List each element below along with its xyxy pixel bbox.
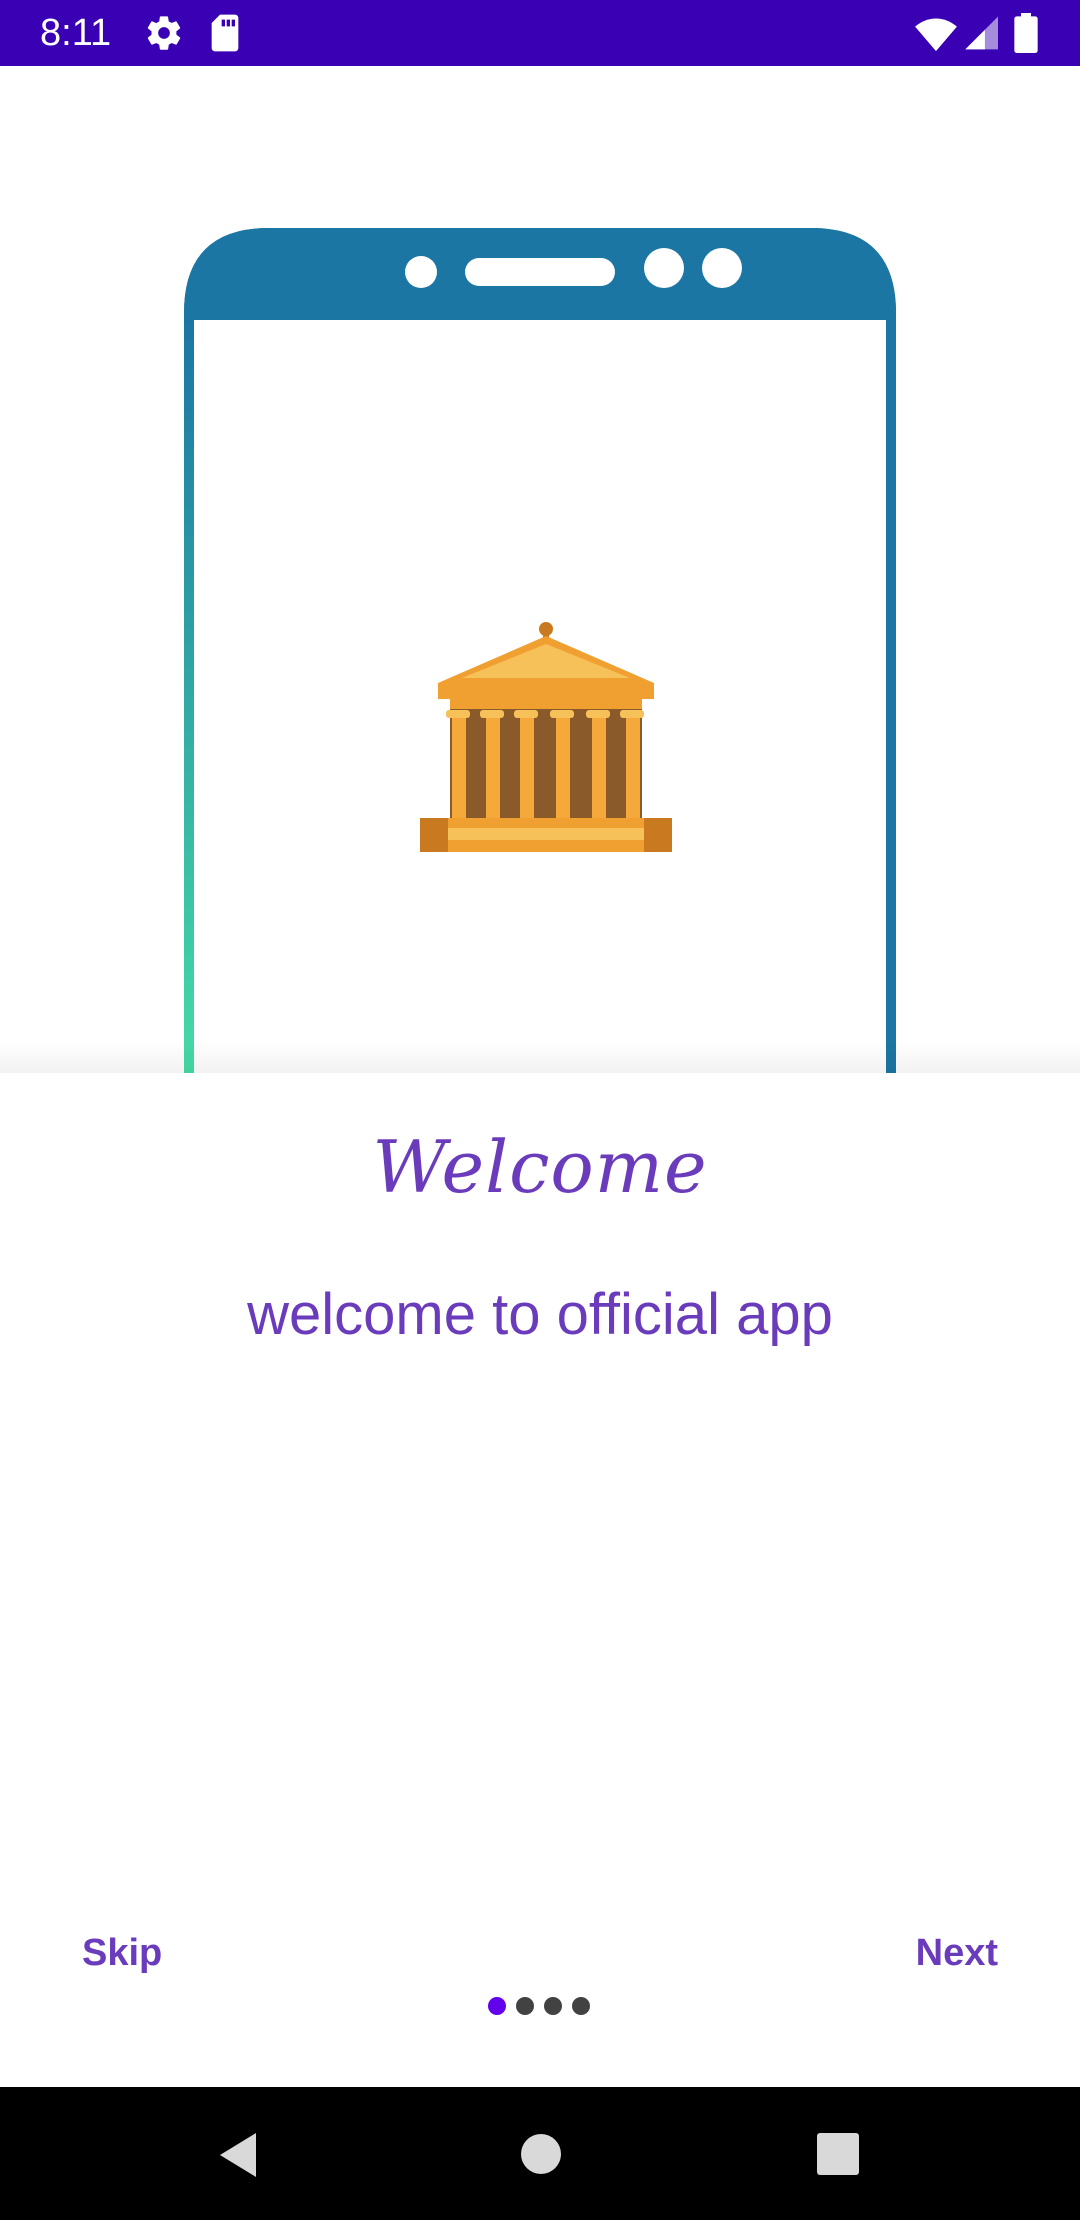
wifi-icon xyxy=(914,13,958,58)
recents-icon[interactable] xyxy=(816,2133,860,2180)
gear-icon xyxy=(144,13,184,58)
sd-card-icon xyxy=(208,13,242,58)
welcome-subtitle: welcome to official app xyxy=(247,1282,833,1347)
next-button[interactable]: Next xyxy=(896,1922,1018,1985)
system-navigation-bar xyxy=(0,2087,1080,2220)
page-indicator-dot-4 xyxy=(572,1997,590,2015)
page-indicator-dot-1 xyxy=(488,1997,506,2015)
back-icon[interactable] xyxy=(216,2131,260,2184)
status-time: 8:11 xyxy=(40,12,112,54)
onboarding-illustration xyxy=(0,66,1080,1073)
welcome-title: Welcome xyxy=(372,1125,708,1209)
phone-illustration xyxy=(184,228,896,1073)
hero-divider-shadow xyxy=(0,1040,1080,1074)
signal-icon xyxy=(962,13,998,58)
page-indicator-dot-2 xyxy=(516,1997,534,2015)
home-icon[interactable] xyxy=(520,2133,562,2180)
skip-button[interactable]: Skip xyxy=(62,1922,182,1985)
page-indicator-dot-3 xyxy=(544,1997,562,2015)
status-bar: 8:11 xyxy=(0,0,1080,66)
page-indicator xyxy=(488,1997,590,2015)
battery-icon xyxy=(1014,13,1038,58)
